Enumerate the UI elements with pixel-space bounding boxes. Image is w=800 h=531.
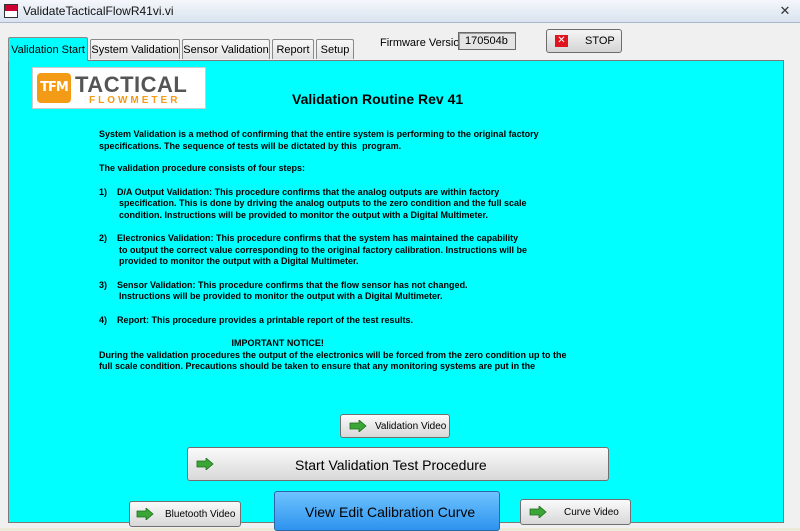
tab-setup[interactable]: Setup: [316, 39, 354, 59]
stop-button[interactable]: ✕ STOP: [546, 29, 622, 53]
close-icon: ✕: [555, 35, 568, 47]
logo-wordmark-bottom: FLOWMETER: [89, 95, 181, 106]
validation-video-label: Validation Video: [375, 421, 447, 432]
firmware-version-label: Firmware Version: [380, 37, 466, 49]
step-3: 3) Sensor Validation: This procedure con…: [99, 279, 468, 302]
instructions-text: System Validation is a method of confirm…: [99, 129, 619, 411]
tactical-flowmeter-logo: TFM TACTICAL FLOWMETER: [32, 67, 206, 109]
arrow-right-icon: [136, 508, 154, 520]
title-bar: ValidateTacticalFlowR41vi.vi ✕: [0, 0, 800, 23]
vi-front-panel: Validation Start System Validation Senso…: [0, 23, 800, 531]
tab-system-validation[interactable]: System Validation: [90, 39, 180, 59]
stop-button-label: STOP: [585, 35, 615, 47]
bluetooth-video-button[interactable]: Bluetooth Video: [129, 501, 241, 527]
curve-video-label: Curve Video: [564, 507, 619, 518]
firmware-version-value: 170504b: [458, 32, 516, 50]
bluetooth-video-label: Bluetooth Video: [165, 509, 236, 520]
step-2: 2) Electronics Validation: This procedur…: [99, 233, 528, 266]
steps-intro: The validation procedure consists of fou…: [99, 163, 306, 173]
curve-video-button[interactable]: Curve Video: [520, 499, 631, 525]
view-edit-calibration-button[interactable]: View Edit Calibration Curve: [274, 491, 500, 531]
tab-report[interactable]: Report: [272, 39, 314, 59]
start-validation-label: Start Validation Test Procedure: [295, 457, 487, 473]
step-1: 1) D/A Output Validation: This procedure…: [99, 186, 527, 220]
app-icon: [4, 4, 18, 18]
arrow-right-icon: [196, 458, 214, 470]
tab-validation-start[interactable]: Validation Start: [8, 37, 88, 61]
important-notice: IMPORTANT NOTICE! During the validation …: [99, 338, 567, 371]
start-validation-button[interactable]: Start Validation Test Procedure: [187, 447, 609, 481]
validation-start-panel: TFM TACTICAL FLOWMETER Validation Routin…: [8, 60, 784, 531]
step-4: 4) Report: This procedure provides a pri…: [99, 314, 414, 325]
tab-sensor-validation[interactable]: Sensor Validation: [182, 39, 270, 59]
arrow-right-icon: [349, 420, 367, 432]
window-title: ValidateTacticalFlowR41vi.vi: [23, 4, 174, 18]
validation-video-button[interactable]: Validation Video: [340, 414, 450, 438]
logo-badge: TFM: [37, 73, 71, 103]
intro-paragraph: System Validation is a method of confirm…: [99, 129, 539, 151]
page-title: Validation Routine Rev 41: [292, 91, 464, 107]
arrow-right-icon: [529, 506, 547, 518]
close-icon[interactable]: ✕: [778, 4, 792, 18]
view-edit-calibration-label: View Edit Calibration Curve: [305, 504, 476, 520]
